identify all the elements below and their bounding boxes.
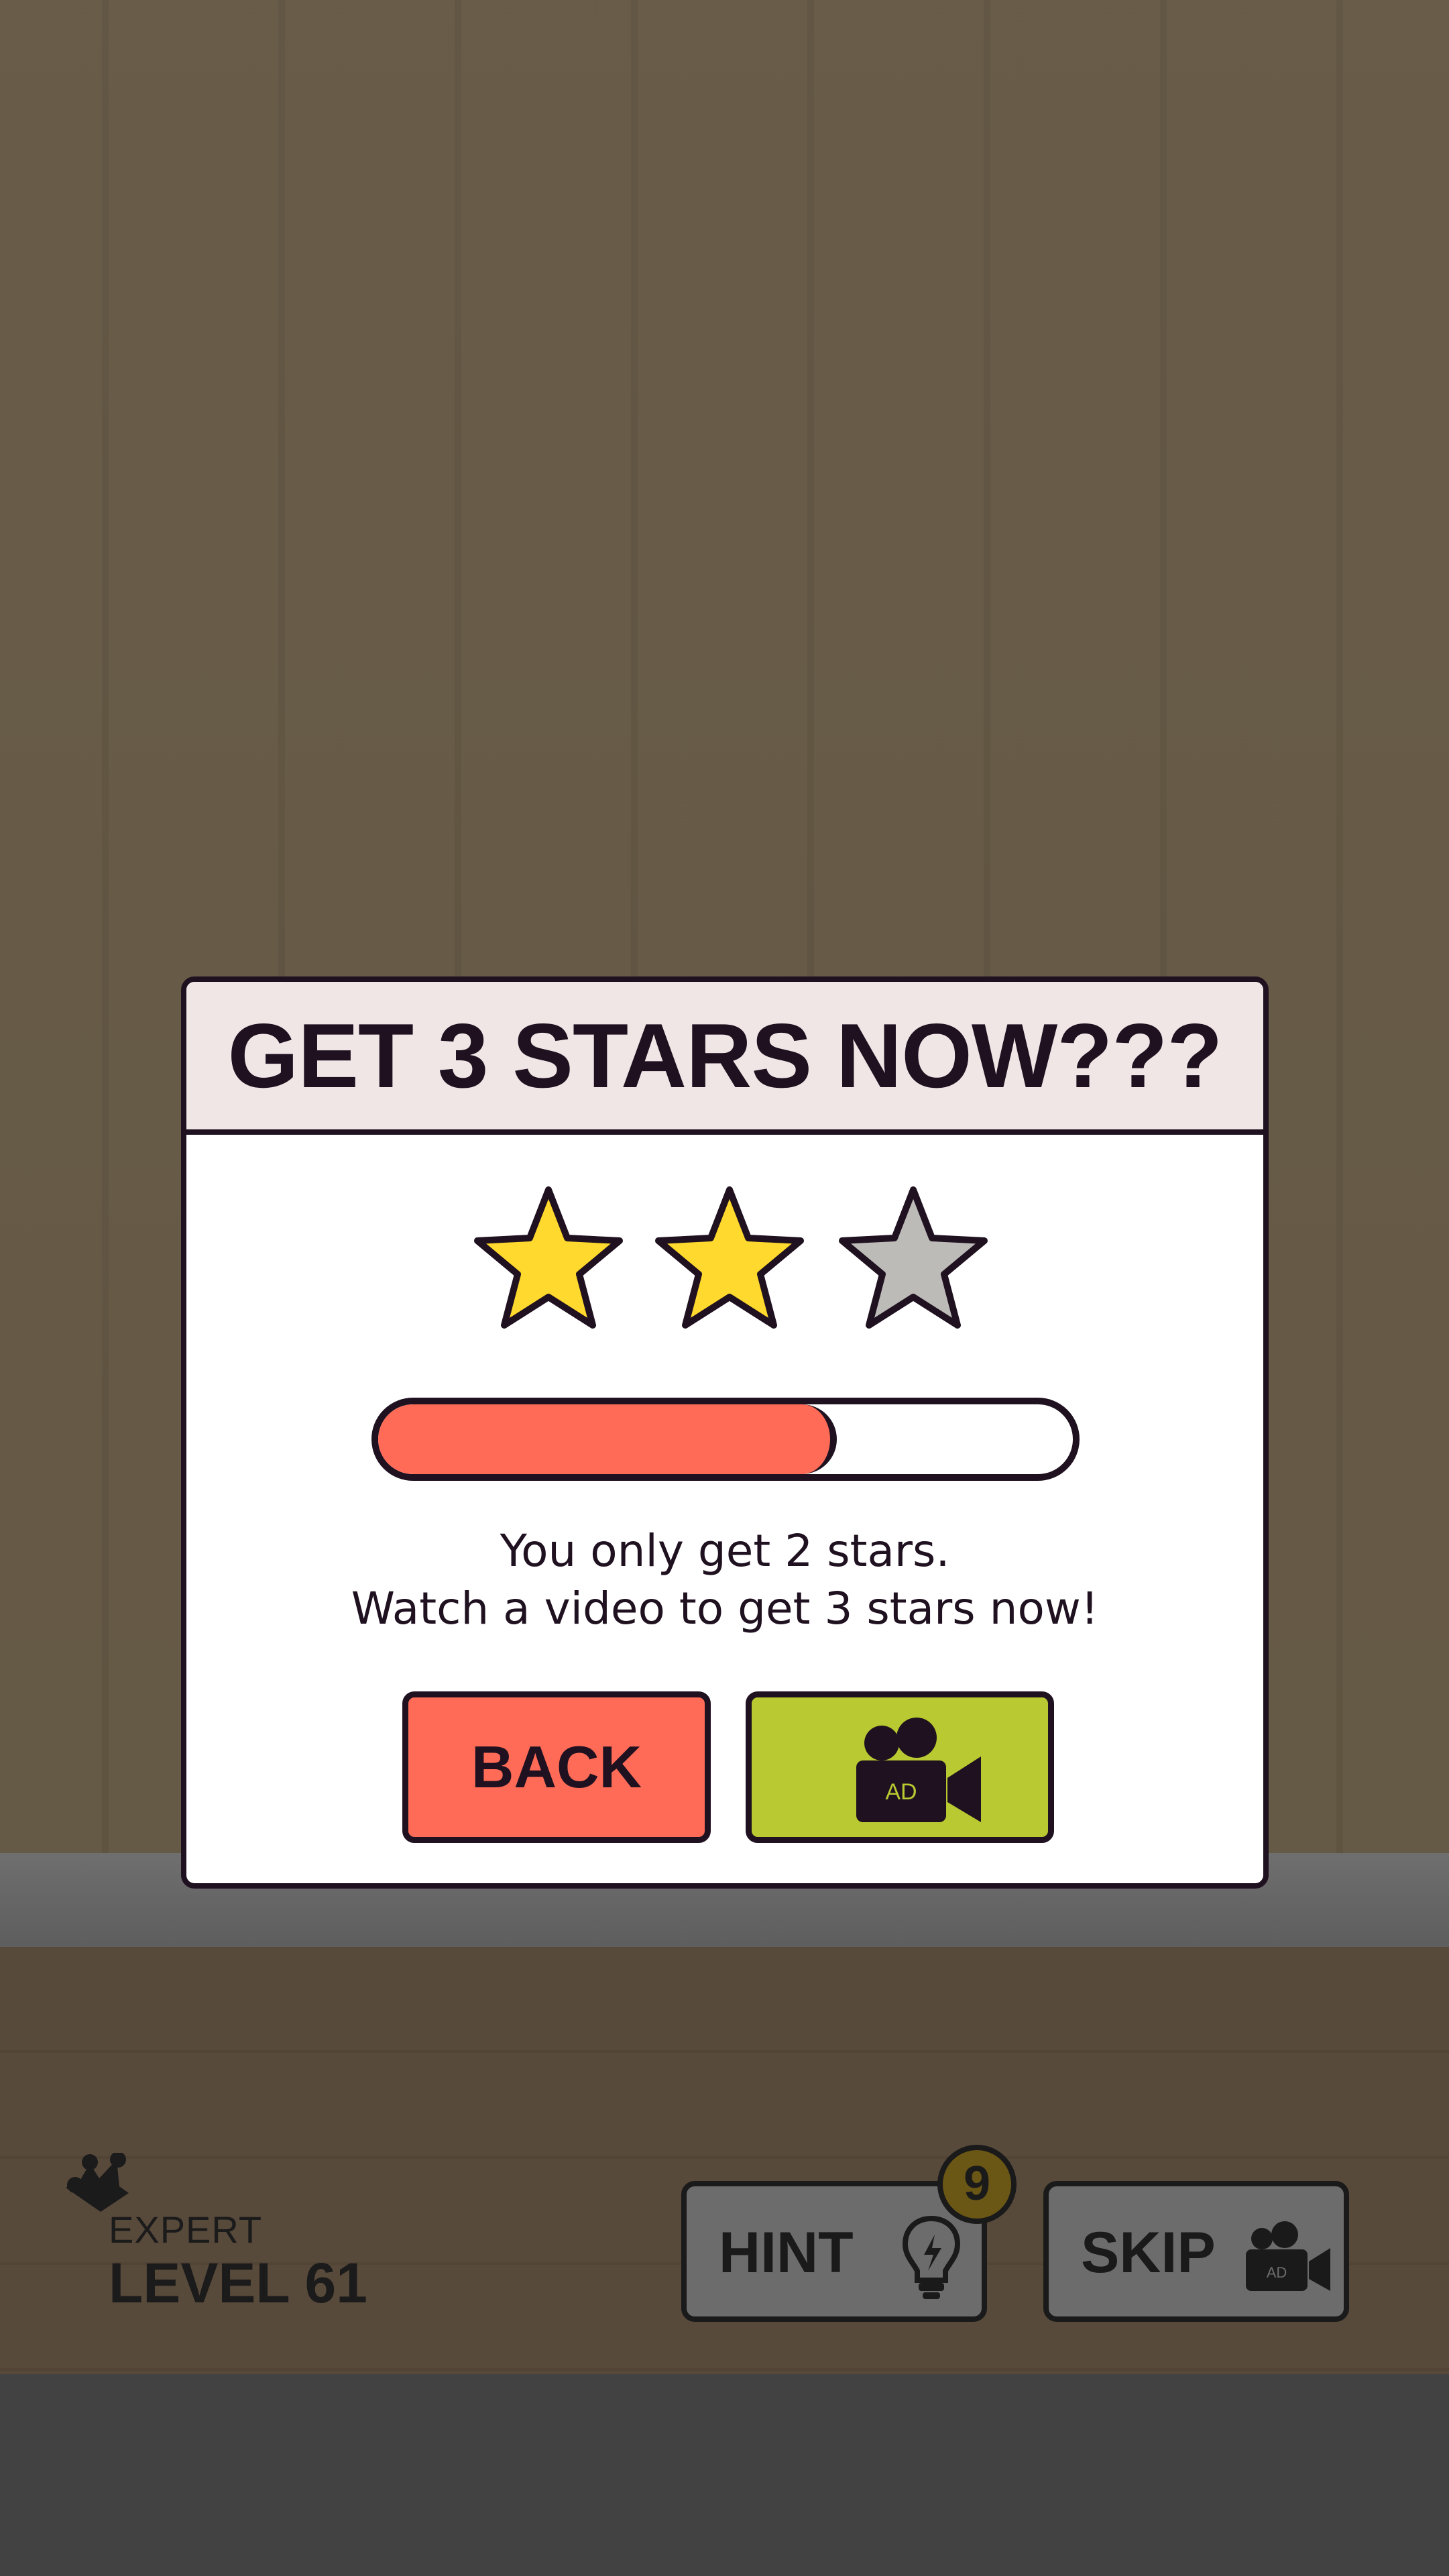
ad-label: AD — [885, 1779, 917, 1805]
bottom-bar — [0, 2374, 1449, 2576]
dialog-header: GET 3 STARS NOW??? — [186, 982, 1263, 1135]
star-icon-empty — [839, 1186, 988, 1329]
star-rating — [186, 1182, 1263, 1343]
difficulty-label: EXPERT — [109, 2208, 263, 2251]
star-icon — [474, 1186, 623, 1329]
progress-bar — [371, 1398, 1080, 1481]
back-button[interactable]: BACK — [402, 1691, 711, 1843]
level-label: LEVEL 61 — [109, 2251, 367, 2314]
video-camera-icon: AD — [856, 1718, 981, 1822]
back-button-label: BACK — [471, 1734, 642, 1800]
message-line-1: You only get 2 stars. — [500, 1525, 950, 1577]
skip-button-label: SKIP — [1081, 2221, 1216, 2285]
watch-ad-button[interactable]: AD — [746, 1691, 1054, 1843]
lightbulb-icon — [902, 2215, 961, 2299]
video-camera-icon: AD — [1246, 2221, 1330, 2291]
star-icon — [655, 1186, 804, 1329]
hint-button-label: HINT — [719, 2221, 854, 2285]
get-stars-dialog: GET 3 STARS NOW??? You only get 2 stars.… — [181, 976, 1269, 1889]
dialog-title: GET 3 STARS NOW??? — [227, 1005, 1223, 1107]
hint-count-badge: 9 — [937, 2145, 1017, 2224]
message-line-2: Watch a video to get 3 stars now! — [351, 1583, 1099, 1634]
level-info: EXPERT LEVEL 61 — [60, 2153, 409, 2314]
skip-button[interactable]: SKIP AD — [1043, 2181, 1349, 2322]
skip-ad-label: AD — [1267, 2264, 1287, 2281]
progress-fill — [378, 1404, 837, 1474]
